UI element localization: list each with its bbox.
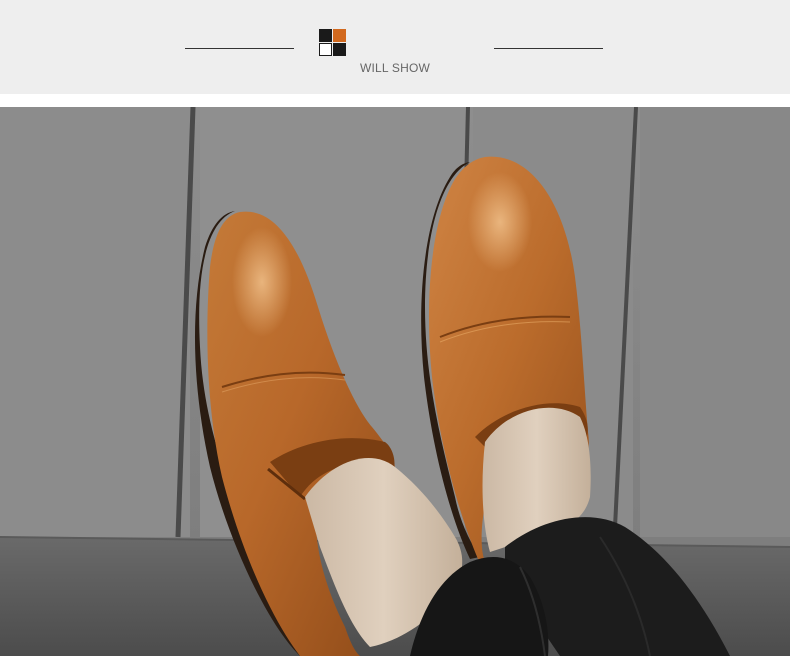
header-left-rule bbox=[185, 48, 294, 49]
logo-square-bottom-right bbox=[333, 43, 346, 56]
section-header-banner: WILL SHOW bbox=[0, 0, 790, 94]
shoe-photo-illustration bbox=[0, 107, 790, 656]
section-caption: WILL SHOW bbox=[359, 61, 431, 75]
product-detail-page: WILL SHOW bbox=[0, 0, 790, 656]
brand-logo-icon bbox=[319, 29, 347, 57]
logo-square-top-left bbox=[319, 29, 332, 42]
product-photo bbox=[0, 107, 790, 656]
logo-square-bottom-left bbox=[319, 43, 332, 56]
header-right-rule bbox=[494, 48, 603, 49]
logo-square-top-right bbox=[333, 29, 346, 42]
